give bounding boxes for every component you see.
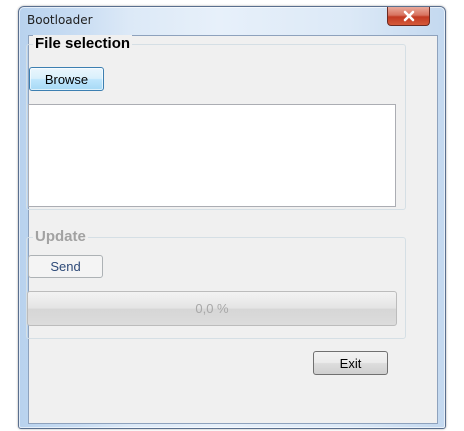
update-legend: Update <box>33 228 88 246</box>
progress-bar: 0,0 % <box>27 291 397 326</box>
browse-button[interactable]: Browse <box>29 67 104 91</box>
window-title: Bootloader <box>27 13 93 27</box>
exit-button[interactable]: Exit <box>313 351 388 375</box>
send-button[interactable]: Send <box>28 255 103 278</box>
file-selection-legend: File selection <box>33 35 133 53</box>
progress-label: 0,0 % <box>195 301 229 316</box>
close-button[interactable] <box>387 7 430 26</box>
close-icon <box>403 10 415 22</box>
title-bar[interactable]: Bootloader <box>19 7 445 35</box>
file-path-box[interactable] <box>28 104 396 207</box>
